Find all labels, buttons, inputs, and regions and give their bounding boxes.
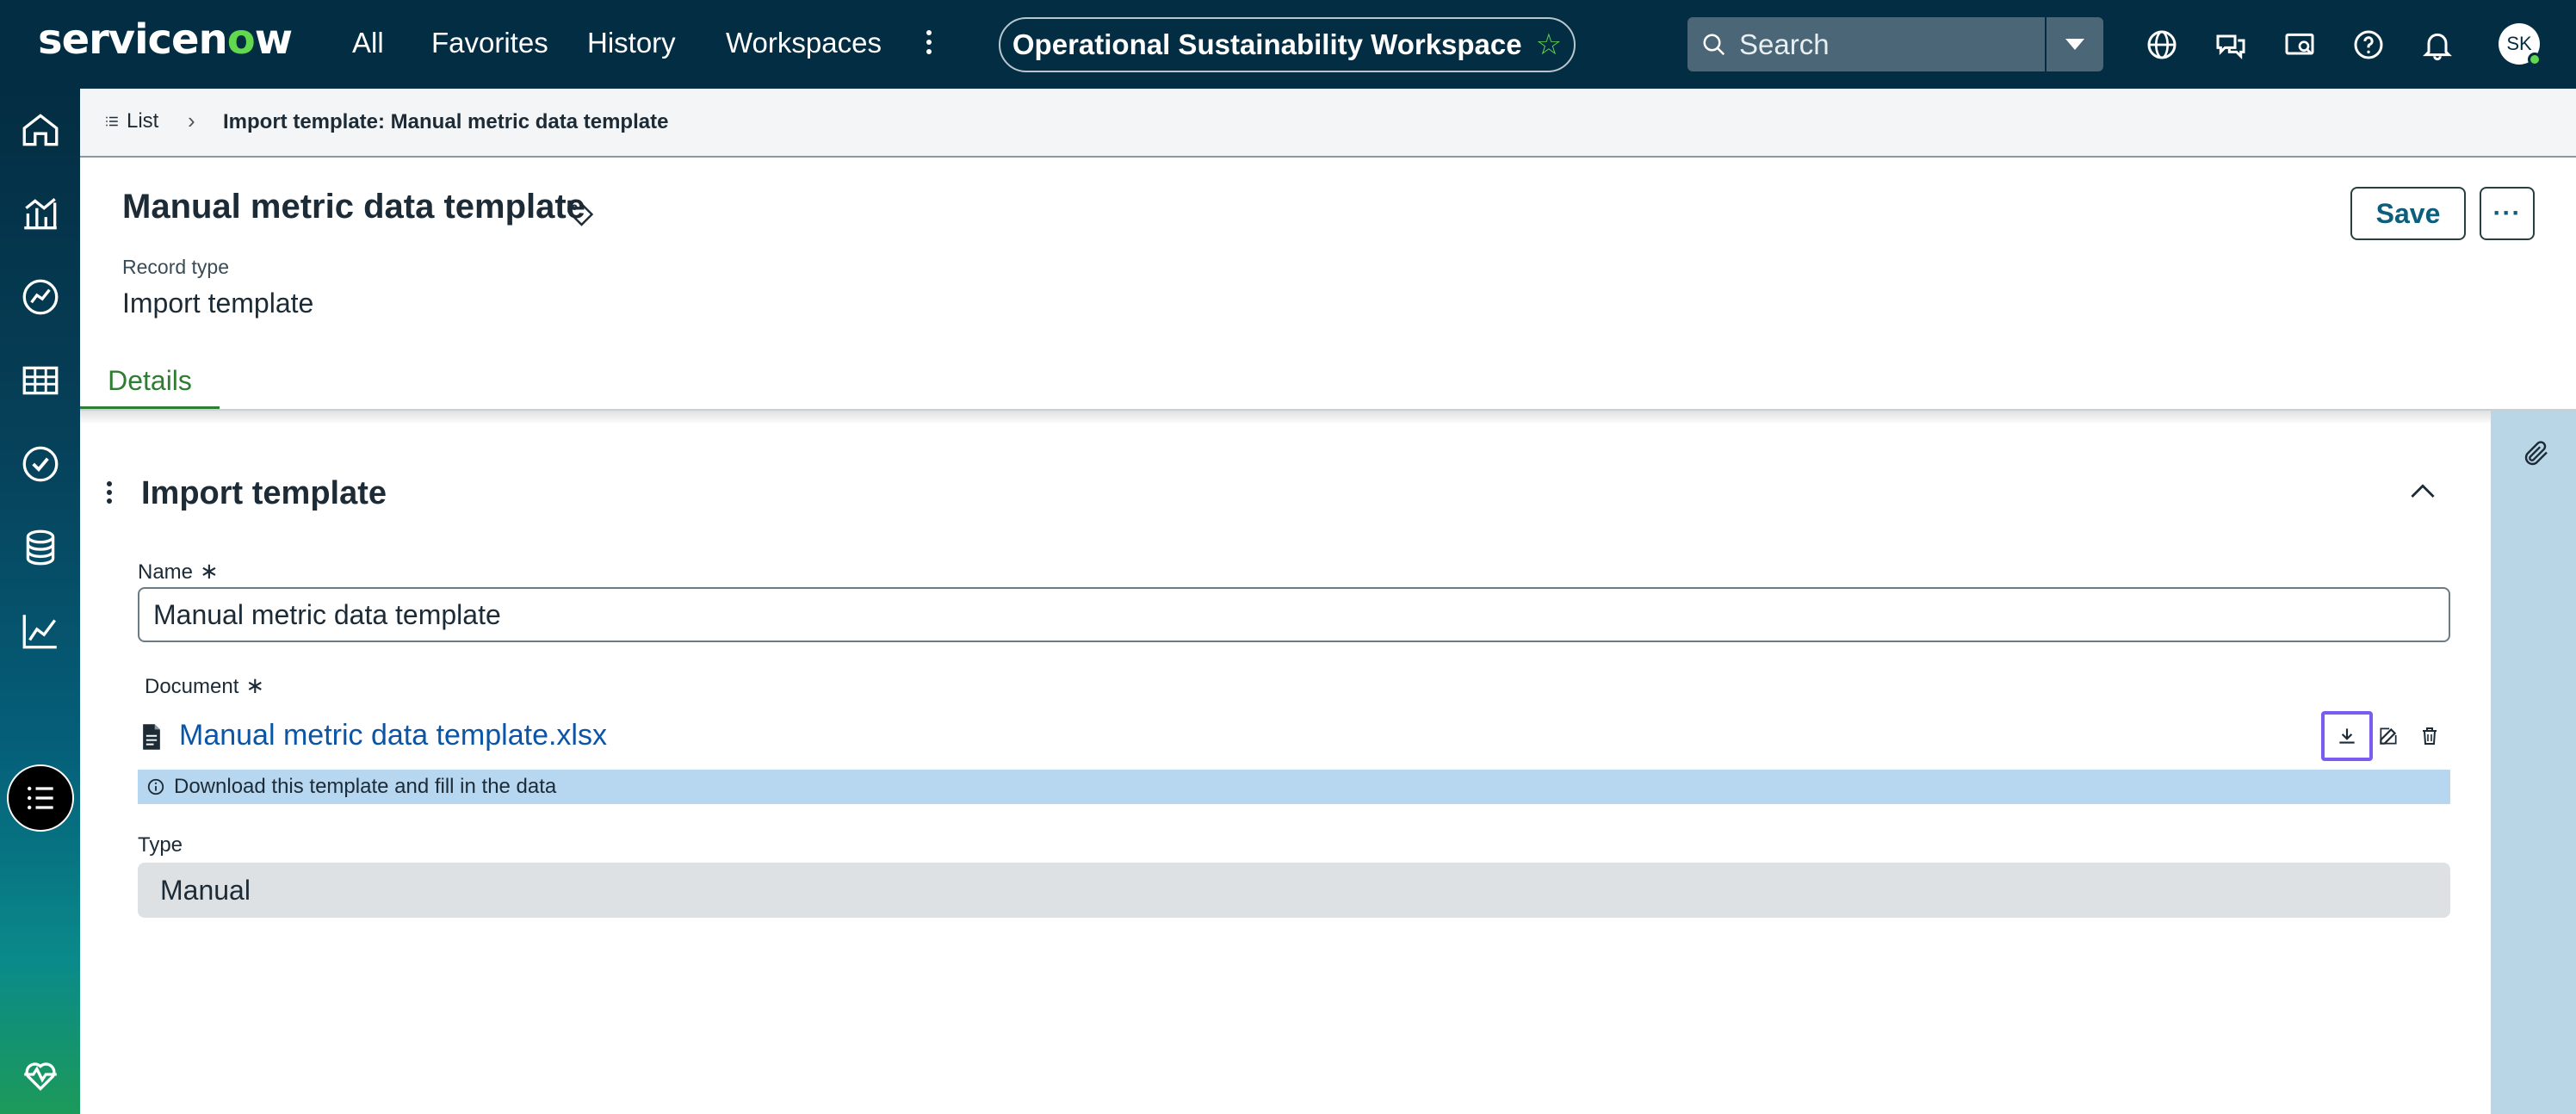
type-field: Manual — [138, 863, 2450, 918]
star-icon[interactable]: ☆ — [1536, 28, 1562, 62]
home-icon[interactable] — [19, 108, 62, 152]
left-rail — [0, 89, 80, 1114]
section-menu-icon[interactable] — [103, 478, 115, 512]
edit-icon — [2380, 727, 2397, 745]
paperclip-icon[interactable] — [2521, 436, 2552, 471]
save-button[interactable]: Save — [2350, 187, 2466, 240]
trash-icon — [2423, 727, 2437, 745]
info-text: Download this template and fill in the d… — [174, 775, 557, 798]
global-search[interactable] — [1687, 17, 2045, 71]
file-icon — [143, 724, 160, 750]
search-icon — [1703, 34, 1725, 55]
nav-history[interactable]: History — [587, 27, 676, 59]
type-label: Type — [138, 833, 183, 857]
database-icon[interactable] — [19, 526, 62, 569]
breadcrumb-current: Import template: Manual metric data temp… — [223, 110, 669, 133]
servicenow-logo[interactable]: servicenow — [38, 15, 293, 64]
section-title: Import template — [141, 475, 387, 511]
contextual-side-panel — [2491, 411, 2576, 1114]
breadcrumb-list-link[interactable]: List — [104, 109, 158, 133]
search-scope-dropdown[interactable] — [2047, 17, 2103, 71]
chart-building-icon[interactable] — [19, 192, 62, 235]
nav-workspaces[interactable]: Workspaces — [726, 27, 882, 59]
line-chart-icon[interactable] — [19, 610, 62, 653]
presence-dot — [2528, 53, 2542, 66]
more-actions-button[interactable]: ··· — [2480, 187, 2535, 240]
name-field[interactable] — [138, 587, 2450, 642]
nav-all[interactable]: All — [352, 27, 384, 59]
heart-pulse-icon[interactable] — [19, 1053, 62, 1096]
required-asterisk-icon: ∗ — [245, 672, 265, 698]
check-circle-icon[interactable] — [19, 443, 62, 486]
user-avatar[interactable]: SK — [2499, 23, 2542, 66]
workspace-title: Operational Sustainability Workspace — [1012, 28, 1522, 60]
top-navigation: servicenow All Favorites History Workspa… — [0, 0, 2576, 89]
nav-favorites[interactable]: Favorites — [431, 27, 548, 59]
delete-document-button[interactable] — [2404, 711, 2455, 761]
header-shadow — [80, 411, 2491, 424]
gauge-icon[interactable] — [19, 275, 62, 319]
list-icon — [106, 116, 118, 127]
chevron-right-icon: › — [188, 108, 195, 133]
breadcrumb: List › Import template: Manual metric da… — [80, 89, 2576, 158]
name-label: Name ∗ — [138, 558, 219, 584]
document-file-link[interactable]: Manual metric data template.xlsx — [179, 719, 607, 752]
workspace-pill[interactable]: Operational Sustainability Workspace ☆ — [999, 17, 1576, 72]
caret-down-icon — [2065, 38, 2084, 50]
record-type-label: Record type — [122, 256, 230, 278]
bell-icon[interactable] — [2420, 28, 2455, 62]
tab-details[interactable]: Details — [80, 362, 220, 410]
tag-icon[interactable] — [565, 196, 596, 227]
info-icon — [147, 778, 164, 795]
page-title: Manual metric data template — [122, 188, 585, 226]
search-input[interactable] — [1739, 28, 2015, 61]
screen-search-icon[interactable] — [2282, 28, 2317, 62]
nav-more-icon[interactable] — [916, 26, 942, 60]
breadcrumb-list-label: List — [127, 109, 159, 133]
globe-icon[interactable] — [2145, 28, 2179, 62]
download-icon — [2339, 728, 2355, 744]
chat-icon[interactable] — [2214, 28, 2248, 62]
table-icon[interactable] — [19, 359, 62, 402]
document-label: Document ∗ — [145, 672, 265, 698]
required-asterisk-icon: ∗ — [200, 558, 219, 584]
type-value: Manual — [160, 874, 251, 906]
document-info-message: Download this template and fill in the d… — [138, 770, 2450, 804]
list-icon — [27, 786, 53, 810]
help-icon[interactable] — [2351, 28, 2386, 62]
list-nav-active[interactable] — [7, 764, 74, 832]
chevron-up-icon[interactable] — [2408, 479, 2437, 503]
record-type-value: Import template — [122, 288, 314, 319]
